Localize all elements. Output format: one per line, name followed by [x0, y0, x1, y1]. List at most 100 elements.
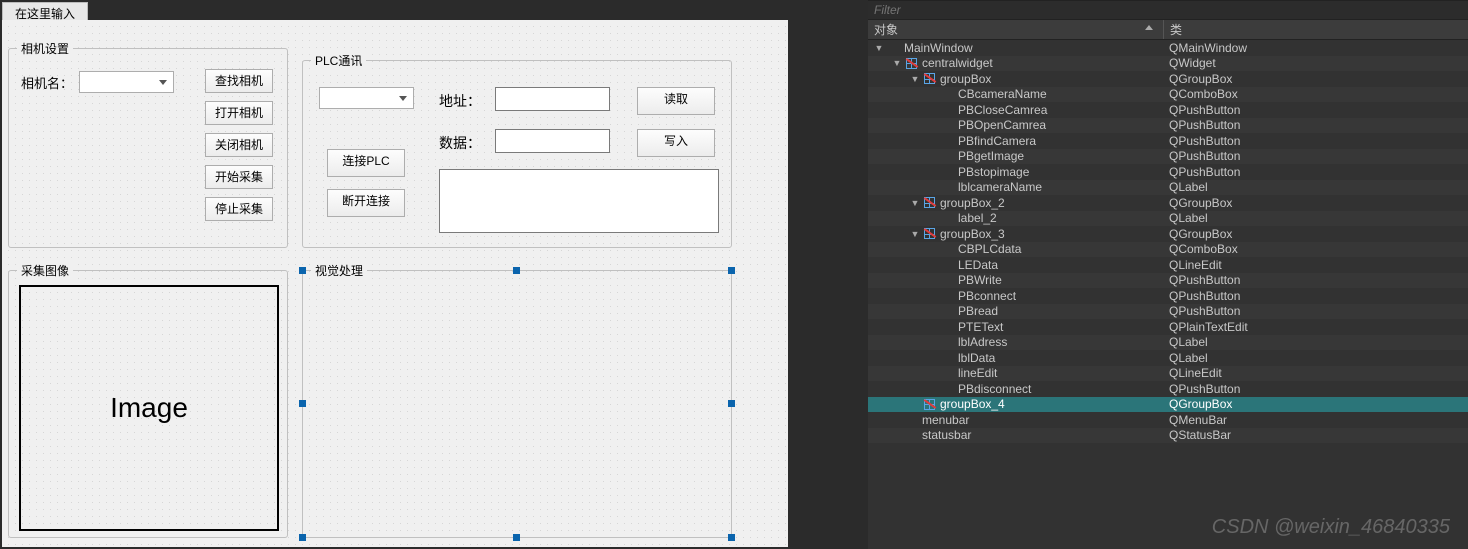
close-camera-button[interactable]: 关闭相机 — [205, 133, 273, 157]
object-name-label: PBWrite — [958, 273, 1002, 287]
object-name-label: lblcameraName — [958, 180, 1042, 194]
object-name-label: centralwidget — [922, 56, 993, 70]
widget-icon — [940, 135, 954, 147]
tree-row[interactable]: CBPLCdataQComboBox — [868, 242, 1468, 258]
class-name-label: QComboBox — [1163, 87, 1468, 101]
open-camera-button[interactable]: 打开相机 — [205, 101, 273, 125]
tree-row[interactable]: PBstopimageQPushButton — [868, 164, 1468, 180]
widget-icon — [940, 181, 954, 193]
form-canvas[interactable]: 相机设置 相机名： 查找相机 打开相机 关闭相机 开始采集 停止采集 PLC通讯… — [2, 20, 788, 547]
object-tree[interactable]: ▼MainWindowQMainWindow▼centralwidgetQWid… — [868, 40, 1468, 443]
object-name-label: label_2 — [958, 211, 997, 225]
plc-text-output[interactable] — [439, 169, 719, 233]
class-name-label: QWidget — [1163, 56, 1468, 70]
object-name-label: PBread — [958, 304, 998, 318]
read-button[interactable]: 读取 — [637, 87, 715, 115]
groupbox-plc[interactable]: PLC通讯 连接PLC 断开连接 地址： 数据： 读取 写入 — [302, 60, 732, 248]
groupbox-plc-title: PLC通讯 — [311, 52, 366, 69]
selection-handle-icon[interactable] — [728, 400, 735, 407]
tree-row[interactable]: statusbarQStatusBar — [868, 428, 1468, 444]
disconnect-plc-button[interactable]: 断开连接 — [327, 189, 405, 217]
class-name-label: QPushButton — [1163, 134, 1468, 148]
broken-layout-icon — [922, 197, 936, 209]
expand-toggle-icon[interactable]: ▼ — [910, 198, 920, 208]
tree-row[interactable]: PBreadQPushButton — [868, 304, 1468, 320]
class-name-label: QMenuBar — [1163, 413, 1468, 427]
tree-row[interactable]: ▼groupBox_2QGroupBox — [868, 195, 1468, 211]
object-name-label: PBCloseCamrea — [958, 103, 1047, 117]
data-label: 数据： — [439, 133, 481, 153]
expand-toggle-icon[interactable]: ▼ — [910, 74, 920, 84]
class-name-label: QComboBox — [1163, 242, 1468, 256]
widget-icon — [940, 367, 954, 379]
tree-row[interactable]: lineEditQLineEdit — [868, 366, 1468, 382]
stop-capture-button[interactable]: 停止采集 — [205, 197, 273, 221]
selection-handle-icon[interactable] — [728, 267, 735, 274]
widget-icon — [940, 290, 954, 302]
tree-row[interactable]: CBcameraNameQComboBox — [868, 87, 1468, 103]
widget-icon — [940, 104, 954, 116]
groupbox-image[interactable]: 采集图像 Image — [8, 270, 288, 538]
groupbox-camera[interactable]: 相机设置 相机名： 查找相机 打开相机 关闭相机 开始采集 停止采集 — [8, 48, 288, 248]
tree-row[interactable]: lblDataQLabel — [868, 350, 1468, 366]
object-name-label: lblAdress — [958, 335, 1007, 349]
selection-handle-icon[interactable] — [299, 400, 306, 407]
class-name-label: QStatusBar — [1163, 428, 1468, 442]
widget-icon — [940, 321, 954, 333]
tree-row[interactable]: PBfindCameraQPushButton — [868, 133, 1468, 149]
connect-plc-button[interactable]: 连接PLC — [327, 149, 405, 177]
start-capture-button[interactable]: 开始采集 — [205, 165, 273, 189]
tree-row[interactable]: label_2QLabel — [868, 211, 1468, 227]
tree-row[interactable]: PBWriteQPushButton — [868, 273, 1468, 289]
tree-header[interactable]: 对象 类 — [868, 20, 1468, 40]
tree-row[interactable]: ▼groupBoxQGroupBox — [868, 71, 1468, 87]
tree-row[interactable]: PBconnectQPushButton — [868, 288, 1468, 304]
groupbox-vision[interactable]: 视觉处理 — [302, 270, 732, 538]
address-input[interactable] — [495, 87, 610, 111]
tree-row[interactable]: groupBox_4QGroupBox — [868, 397, 1468, 413]
write-button[interactable]: 写入 — [637, 129, 715, 157]
expand-toggle-icon[interactable]: ▼ — [910, 229, 920, 239]
selection-handle-icon[interactable] — [513, 534, 520, 541]
tree-row[interactable]: lblAdress QLabel — [868, 335, 1468, 351]
object-name-label: lblData — [958, 351, 995, 365]
tree-row[interactable]: ▼ MainWindow QMainWindow — [868, 40, 1468, 56]
selection-handle-icon[interactable] — [513, 267, 520, 274]
plc-combo[interactable] — [319, 87, 414, 109]
image-preview: Image — [19, 285, 279, 531]
object-name-label: groupBox_4 — [940, 397, 1005, 411]
data-input[interactable] — [495, 129, 610, 153]
find-camera-button[interactable]: 查找相机 — [205, 69, 273, 93]
class-name-label: QLabel — [1163, 335, 1468, 349]
class-name-label: QGroupBox — [1163, 196, 1468, 210]
class-name-label: QMainWindow — [1163, 41, 1468, 55]
tree-row[interactable]: PBCloseCamreaQPushButton — [868, 102, 1468, 118]
tree-row[interactable]: PBdisconnectQPushButton — [868, 381, 1468, 397]
widget-icon — [940, 259, 954, 271]
tree-row[interactable]: menubarQMenuBar — [868, 412, 1468, 428]
tree-row[interactable]: PBOpenCamreaQPushButton — [868, 118, 1468, 134]
selection-handle-icon[interactable] — [299, 267, 306, 274]
widget-icon — [940, 243, 954, 255]
selection-handle-icon[interactable] — [728, 534, 735, 541]
tree-row[interactable]: PBgetImageQPushButton — [868, 149, 1468, 165]
tree-row[interactable]: lblcameraNameQLabel — [868, 180, 1468, 196]
widget-icon — [940, 305, 954, 317]
widget-icon — [940, 274, 954, 286]
groupbox-image-title: 采集图像 — [17, 262, 73, 279]
image-placeholder-text: Image — [110, 392, 188, 424]
expand-toggle-icon[interactable]: ▼ — [874, 43, 884, 53]
camera-name-combo[interactable] — [79, 71, 174, 93]
object-name-label: MainWindow — [904, 41, 973, 55]
filter-input[interactable] — [868, 0, 1468, 20]
tree-row[interactable]: LEDataQLineEdit — [868, 257, 1468, 273]
selection-handle-icon[interactable] — [299, 534, 306, 541]
expand-toggle-icon[interactable]: ▼ — [892, 58, 902, 68]
object-name-label: PBconnect — [958, 289, 1016, 303]
column-object[interactable]: 对象 — [868, 20, 1163, 39]
tree-row[interactable]: ▼groupBox_3QGroupBox — [868, 226, 1468, 242]
class-name-label: QPlainTextEdit — [1163, 320, 1468, 334]
column-class[interactable]: 类 — [1163, 20, 1468, 39]
tree-row[interactable]: PTETextQPlainTextEdit — [868, 319, 1468, 335]
tree-row[interactable]: ▼ centralwidget QWidget — [868, 56, 1468, 72]
